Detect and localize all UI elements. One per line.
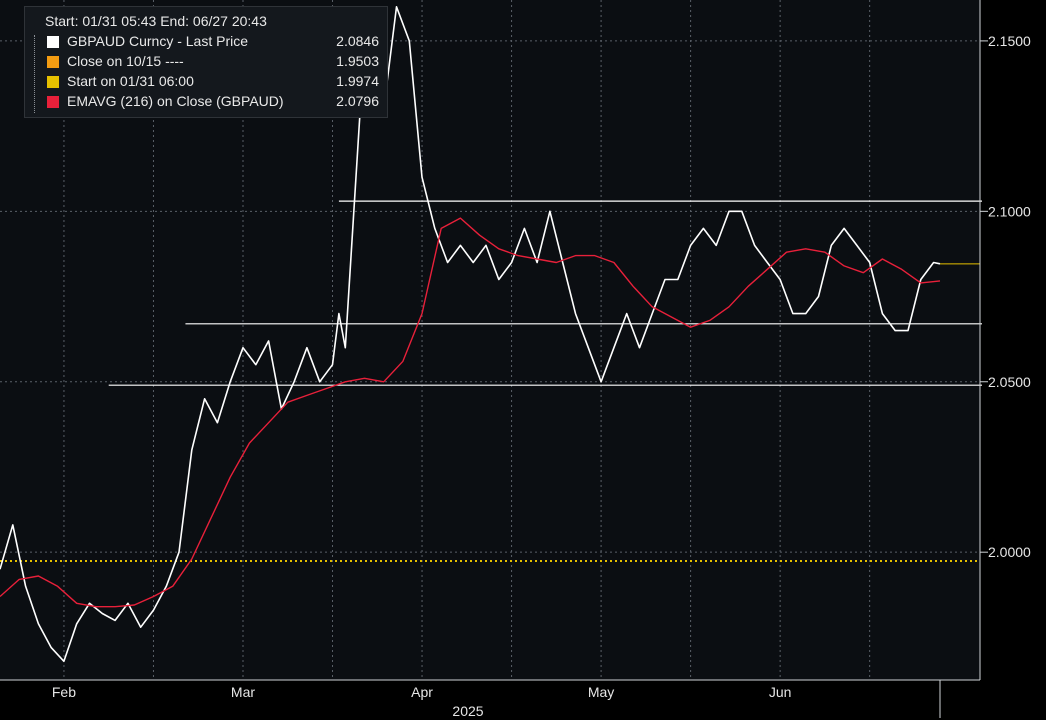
legend-item-close[interactable]: Close on 10/15 ---- 1.9503 xyxy=(45,53,381,73)
x-tick-label: May xyxy=(588,684,614,700)
legend-item-label: EMAVG (216) on Close (GBPAUD) xyxy=(67,93,284,109)
swatch-last-price xyxy=(47,36,59,48)
x-tick-label: Feb xyxy=(52,684,76,700)
legend-tree-connector xyxy=(34,35,43,113)
legend-item-label: GBPAUD Curncy - Last Price xyxy=(67,33,249,49)
x-year-label: 2025 xyxy=(452,703,483,719)
y-tick-label: 2.1000 xyxy=(988,203,1031,219)
end-label: End: xyxy=(160,13,190,29)
legend-item-emavg[interactable]: EMAVG (216) on Close (GBPAUD) 2.0796 xyxy=(45,93,381,113)
legend-item-label: Start on 01/31 06:00 xyxy=(67,73,194,89)
legend-header: Start: 01/31 05:43 End: 06/27 20:43 xyxy=(45,13,267,29)
end-date: 06/27 20:43 xyxy=(192,13,267,29)
legend-item-label: Close on 10/15 ---- xyxy=(67,53,184,69)
swatch-emavg xyxy=(47,96,59,108)
start-label: Start: xyxy=(45,13,79,29)
legend-item-last-price[interactable]: GBPAUD Curncy - Last Price 2.0846 xyxy=(45,33,381,53)
x-tick-label: Mar xyxy=(231,684,255,700)
swatch-close xyxy=(47,56,59,68)
y-tick-label: 2.0500 xyxy=(988,374,1031,390)
swatch-start xyxy=(47,76,59,88)
legend-item-start[interactable]: Start on 01/31 06:00 1.9974 xyxy=(45,73,381,93)
legend-box: Start: 01/31 05:43 End: 06/27 20:43 GBPA… xyxy=(24,6,388,118)
legend-item-value: 1.9503 xyxy=(336,53,379,69)
start-date: 01/31 05:43 xyxy=(82,13,157,29)
x-tick-label: Jun xyxy=(769,684,792,700)
x-tick-label: Apr xyxy=(411,684,433,700)
y-tick-label: 2.1500 xyxy=(988,33,1031,49)
y-tick-label: 2.0000 xyxy=(988,544,1031,560)
legend-item-value: 2.0796 xyxy=(336,93,379,109)
legend-item-value: 1.9974 xyxy=(336,73,379,89)
legend-item-value: 2.0846 xyxy=(336,33,379,49)
